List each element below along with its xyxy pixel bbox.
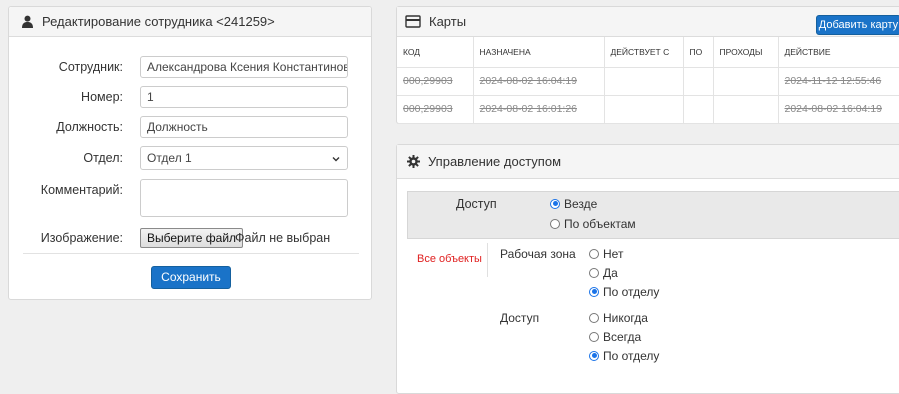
cards-panel-title: Карты [429,14,467,29]
column-header[interactable]: НАЗНАЧЕНА [473,37,605,68]
card-assigned: 2024-08-02 16:04:19 [473,67,605,96]
radio-selected-icon [550,198,560,209]
column-header[interactable]: КОД [397,37,474,68]
cards-panel: Карты Добавить карту КОД НАЗНАЧЕНА ДЕЙСТ… [396,6,899,124]
work-zone-option-by-department[interactable]: По отделу [589,285,659,299]
position-label: Должность: [56,120,123,134]
comment-label: Комментарий: [40,183,123,197]
file-status-text: Файл не выбран [235,231,331,245]
column-header[interactable]: ПО [683,37,714,68]
form-divider [23,253,359,254]
department-label: Отдел: [83,151,123,165]
employee-row: Сотрудник: Александрова Ксения Константи… [9,55,373,79]
column-header[interactable]: ПРОХОДЫ [713,37,779,68]
access2-option-never[interactable]: Никогда [589,311,648,325]
access-panel-header: Управление доступом [397,145,899,179]
add-card-button[interactable]: Добавить карту [816,15,899,35]
card-valid-to [683,67,714,96]
radio-icon [550,218,560,229]
position-row: Должность: Должность [9,115,373,139]
work-zone-option-yes[interactable]: Да [589,266,618,280]
access-option-everywhere[interactable]: Везде [550,197,597,211]
card-code: 000,29903 [397,95,474,124]
column-divider [487,243,488,277]
access-mode-box: Доступ Везде По объектам [407,191,899,239]
card-code: 000,29903 [397,67,474,96]
save-button[interactable]: Сохранить [151,266,231,289]
comment-textarea[interactable] [140,179,348,217]
cards-table-header: КОД НАЗНАЧЕНА ДЕЙСТВУЕТ С ПО ПРОХОДЫ ДЕЙ… [397,37,899,68]
access-management-panel: Управление доступом Доступ Везде По объе… [396,144,899,394]
column-header[interactable]: ДЕЙСТВУЕТ С [604,37,684,68]
card-valid-from [604,67,684,96]
gear-icon [407,155,420,168]
department-value: Отдел 1 [147,151,192,165]
image-row: Изображение: Выберите файл Файл не выбра… [9,227,373,249]
all-objects-link[interactable]: Все объекты [417,253,482,265]
card-action: 2024-08-02 16:04:19 [778,95,899,124]
employee-panel-header: Редактирование сотрудника <241259> [9,7,371,37]
card-action: 2024-11-12 12:55:46 [778,67,899,96]
radio-icon [589,312,599,323]
number-label: Номер: [81,90,123,104]
number-row: Номер: 1 [9,85,373,109]
department-row: Отдел: Отдел 1 [9,146,373,170]
employee-label: Сотрудник: [58,60,123,74]
radio-selected-icon [589,286,599,297]
choose-file-button[interactable]: Выберите файл [140,228,244,248]
cards-table: КОД НАЗНАЧЕНА ДЕЙСТВУЕТ С ПО ПРОХОДЫ ДЕЙ… [397,37,899,124]
table-row[interactable]: 000,29903 2024-08-02 16:01:26 2024-08-02… [397,95,899,124]
department-select[interactable]: Отдел 1 [140,146,348,170]
user-icon [21,15,34,28]
column-header[interactable]: ДЕЙСТВИЕ [778,37,899,68]
card-valid-from [604,95,684,124]
table-row[interactable]: 000,29903 2024-08-02 16:04:19 2024-11-12… [397,67,899,96]
access-panel-title: Управление доступом [428,154,562,169]
position-input[interactable]: Должность [140,116,348,138]
work-zone-option-no[interactable]: Нет [589,247,623,261]
radio-selected-icon [589,350,599,361]
access-option-by-objects[interactable]: По объектам [550,217,636,231]
employee-edit-panel: Редактирование сотрудника <241259> Сотру… [8,6,372,300]
radio-icon [589,248,599,259]
card-passes [713,67,779,96]
access2-option-by-department[interactable]: По отделу [589,349,659,363]
access2-option-always[interactable]: Всегда [589,330,641,344]
access-label: Доступ [456,197,497,211]
radio-icon [589,267,599,278]
work-zone-label: Рабочая зона [500,247,576,261]
access2-label: Доступ [500,311,540,325]
employee-panel-title: Редактирование сотрудника <241259> [42,14,275,29]
card-valid-to [683,95,714,124]
image-label: Изображение: [40,231,123,245]
radio-icon [589,331,599,342]
card-passes [713,95,779,124]
card-assigned: 2024-08-02 16:01:26 [473,95,605,124]
comment-row: Комментарий: [9,179,373,219]
employee-input[interactable]: Александрова Ксения Константиновна [140,56,348,78]
chevron-down-icon [331,153,341,163]
credit-card-icon [405,15,421,28]
number-input[interactable]: 1 [140,86,348,108]
